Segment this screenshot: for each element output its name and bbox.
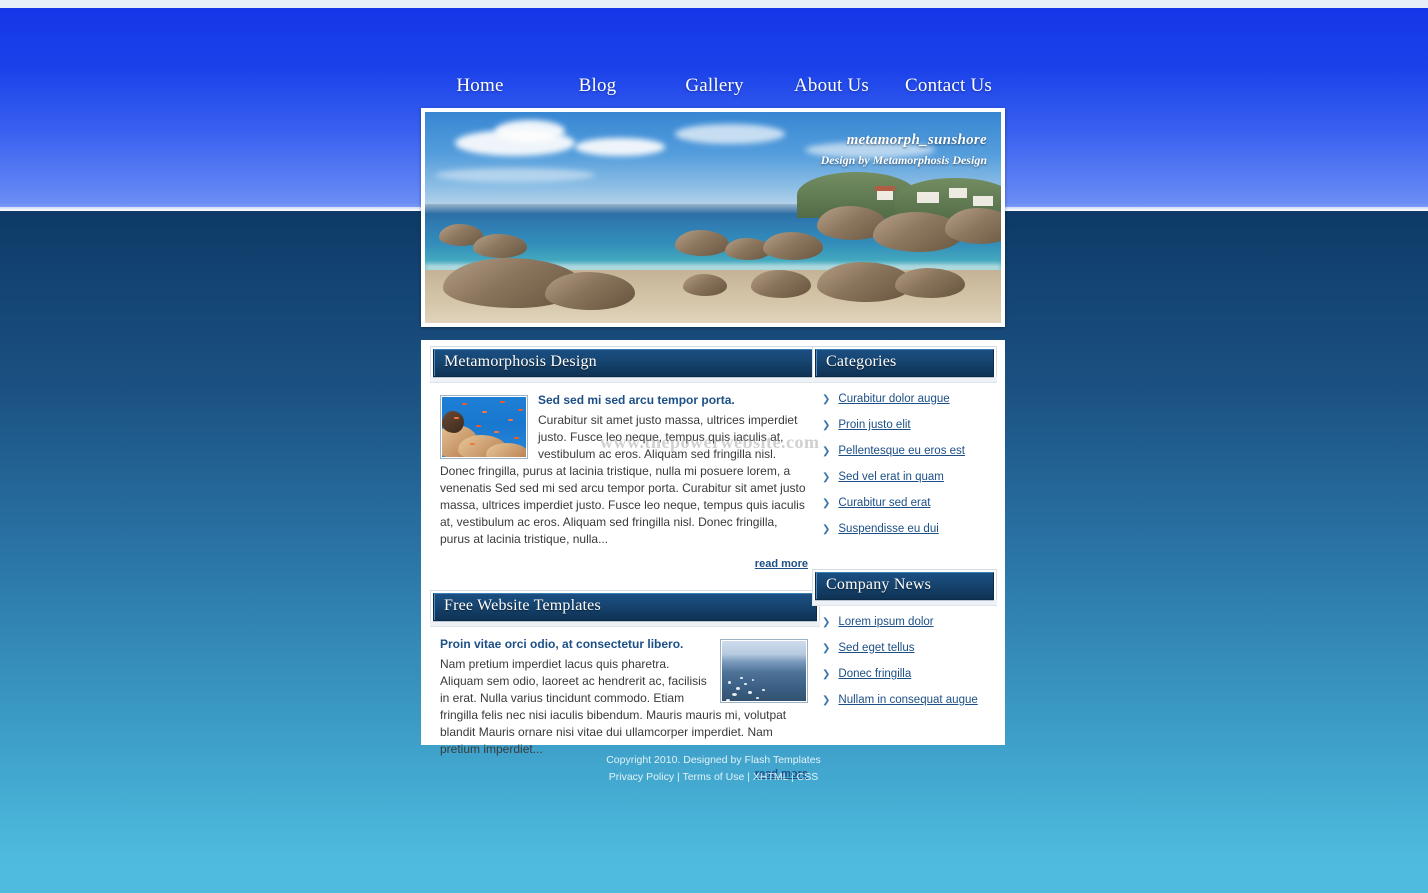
thumbnail-image	[722, 641, 806, 701]
content-area: Metamorphosis Design Sed sed mi sed arcu…	[421, 340, 1005, 780]
category-link[interactable]: Sed vel erat in quam	[838, 471, 943, 484]
panel-head-frame: Free Website Templates	[430, 590, 820, 621]
list-item[interactable]: ❯ Nullam in consequat augue	[812, 694, 997, 707]
article-read-more: read more	[430, 548, 820, 582]
article-templates: Proin vitae orci odio, at consectetur li…	[430, 627, 820, 758]
categories-list: ❯ Curabitur dolor augue ❯ Proin justo el…	[812, 383, 997, 561]
chevron-right-icon: ❯	[822, 472, 831, 483]
page-root: Home Blog Gallery About Us Contact Us me…	[0, 0, 1428, 893]
panel-head-frame: Categories	[812, 346, 997, 377]
panel-head-frame: Company News	[812, 569, 997, 600]
read-more-link[interactable]: read more	[755, 558, 808, 570]
main-navigation: Home Blog Gallery About Us Contact Us	[0, 70, 1428, 102]
footer: Copyright 2010. Designed by Flash Templa…	[0, 752, 1428, 786]
top-strip	[0, 0, 1428, 8]
footer-copyright: Copyright 2010. Designed by Flash Templa…	[606, 754, 821, 766]
footer-links[interactable]: Privacy Policy | Terms of Use | XHTML | …	[0, 769, 1428, 786]
category-link[interactable]: Proin justo elit	[838, 419, 910, 432]
company-news-list: ❯ Lorem ipsum dolor ❯ Sed eget tellus ❯ …	[812, 606, 997, 732]
banner-caption: metamorph_sunshore Design by Metamorphos…	[821, 132, 987, 168]
chevron-right-icon: ❯	[822, 498, 831, 509]
list-item[interactable]: ❯ Pellentesque eu eros est	[812, 445, 997, 458]
ocean-horizon-thumbnail	[720, 639, 808, 703]
panel-header: Company News	[815, 572, 994, 600]
chevron-right-icon: ❯	[822, 446, 831, 457]
panel-categories: Categories ❯ Curabitur dolor augue ❯ Pro…	[812, 346, 997, 561]
panel-title: Categories	[826, 353, 897, 370]
category-link[interactable]: Curabitur dolor augue	[838, 393, 949, 406]
banner-frame: metamorph_sunshore Design by Metamorphos…	[421, 108, 1005, 327]
list-item[interactable]: ❯ Proin justo elit	[812, 419, 997, 432]
news-link[interactable]: Lorem ipsum dolor	[838, 616, 933, 629]
category-link[interactable]: Suspendisse eu dui	[838, 523, 938, 536]
banner-title: metamorph_sunshore	[846, 132, 987, 148]
panel-head-frame: Metamorphosis Design	[430, 346, 820, 377]
list-item[interactable]: ❯ Donec fringilla	[812, 668, 997, 681]
thumbnail-image	[442, 397, 526, 457]
list-item[interactable]: ❯ Curabitur dolor augue	[812, 393, 997, 406]
panel-title: Free Website Templates	[444, 597, 601, 614]
chevron-right-icon: ❯	[822, 669, 831, 680]
main-column: Metamorphosis Design Sed sed mi sed arcu…	[430, 346, 820, 800]
chevron-right-icon: ❯	[822, 394, 831, 405]
nav-item-blog[interactable]: Blog	[539, 75, 656, 97]
list-item[interactable]: ❯ Lorem ipsum dolor	[812, 616, 997, 629]
coral-reef-thumbnail	[440, 395, 528, 459]
panel-header: Categories	[815, 349, 994, 377]
panel-company-news: Company News ❯ Lorem ipsum dolor ❯ Sed e…	[812, 569, 997, 732]
chevron-right-icon: ❯	[822, 695, 831, 706]
news-link[interactable]: Sed eget tellus	[838, 642, 914, 655]
list-item[interactable]: ❯ Sed vel erat in quam	[812, 471, 997, 484]
category-link[interactable]: Curabitur sed erat	[838, 497, 930, 510]
list-item[interactable]: ❯ Curabitur sed erat	[812, 497, 997, 510]
nav-item-home[interactable]: Home	[421, 75, 539, 97]
list-item[interactable]: ❯ Sed eget tellus	[812, 642, 997, 655]
panel-title: Company News	[826, 576, 932, 593]
panel-header: Metamorphosis Design	[433, 349, 817, 377]
nav-item-about-us[interactable]: About Us	[773, 75, 890, 97]
category-link[interactable]: Pellentesque eu eros est	[838, 445, 965, 458]
news-link[interactable]: Nullam in consequat augue	[838, 694, 977, 707]
nav-item-contact-us[interactable]: Contact Us	[890, 75, 1007, 97]
chevron-right-icon: ❯	[822, 617, 831, 628]
sidebar-column: Categories ❯ Curabitur dolor augue ❯ Pro…	[812, 346, 997, 740]
panel-header: Free Website Templates	[433, 593, 817, 621]
nav-item-gallery[interactable]: Gallery	[656, 75, 773, 97]
banner-seascape-image: metamorph_sunshore Design by Metamorphos…	[425, 112, 1001, 323]
banner-subtitle: Design by Metamorphosis Design	[820, 153, 987, 167]
panel-metamorphosis-design: Metamorphosis Design Sed sed mi sed arcu…	[430, 346, 820, 582]
news-link[interactable]: Donec fringilla	[838, 668, 911, 681]
chevron-right-icon: ❯	[822, 420, 831, 431]
list-item[interactable]: ❯ Suspendisse eu dui	[812, 523, 997, 536]
panel-title: Metamorphosis Design	[444, 353, 597, 370]
article-main: Sed sed mi sed arcu tempor porta. Curabi…	[430, 383, 820, 548]
chevron-right-icon: ❯	[822, 643, 831, 654]
chevron-right-icon: ❯	[822, 524, 831, 535]
